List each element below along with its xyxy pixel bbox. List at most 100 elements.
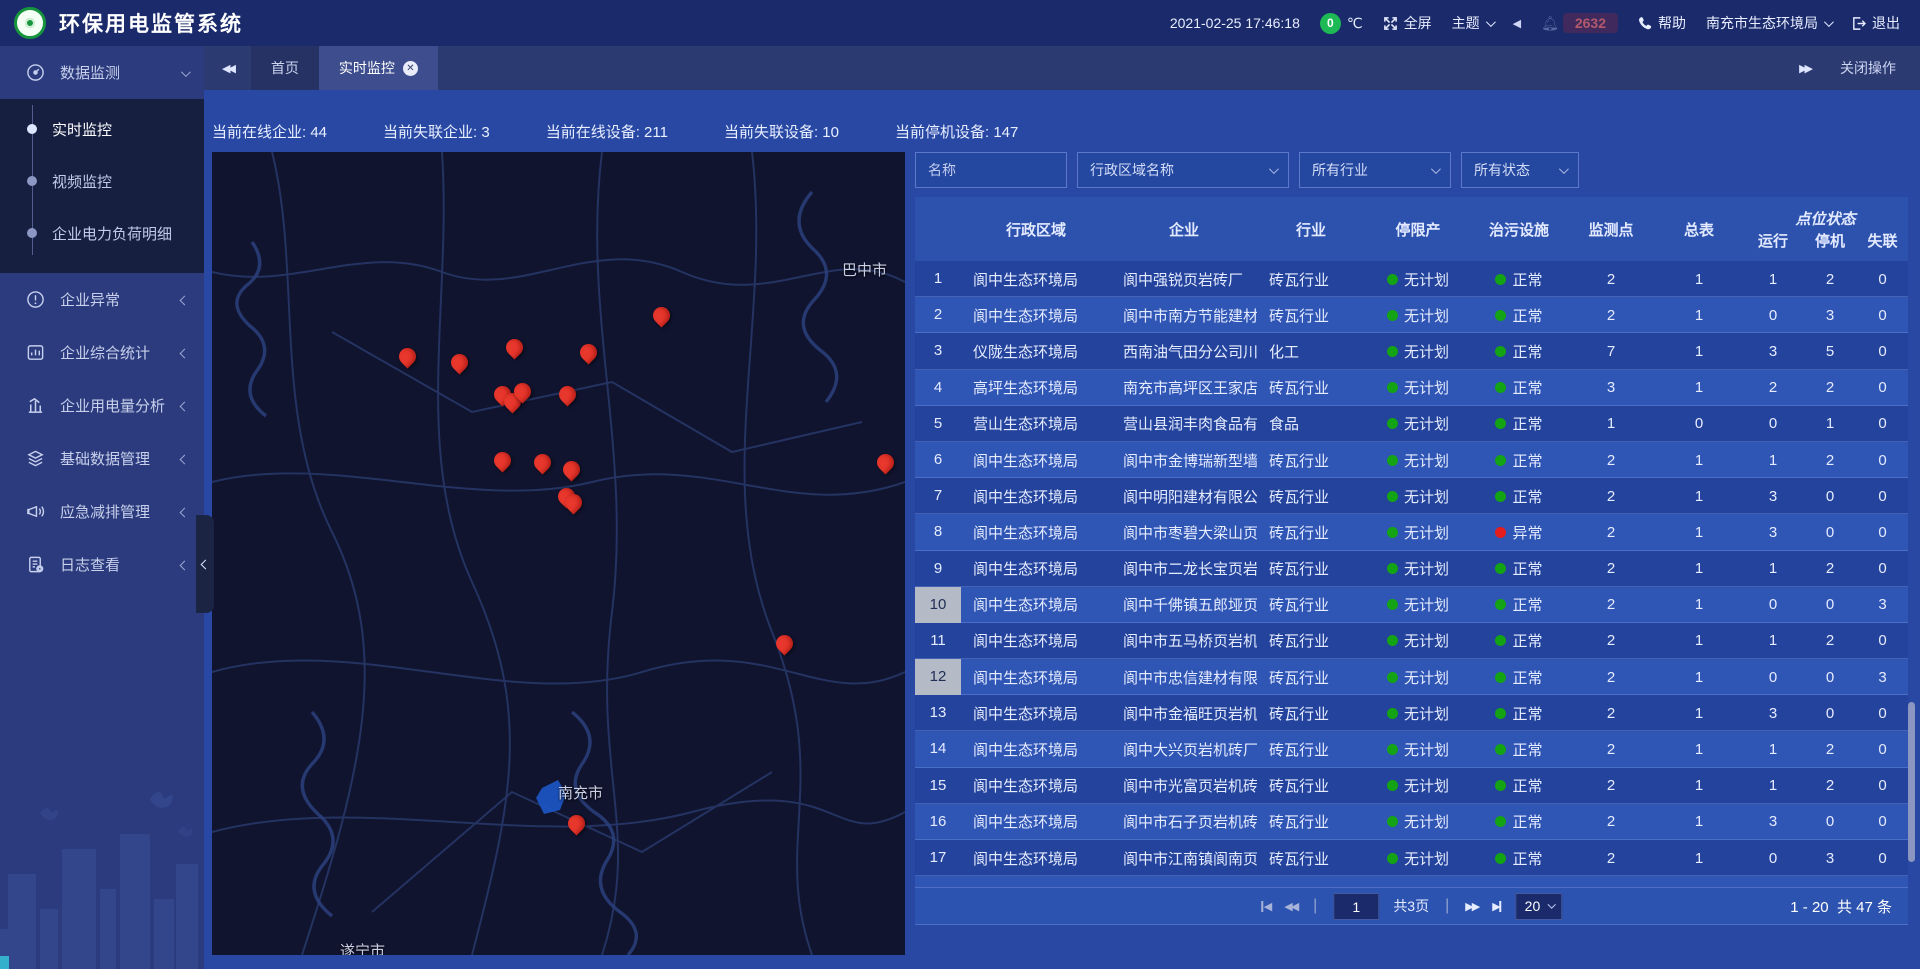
help-button[interactable]: 帮助 (1638, 13, 1686, 33)
theme-menu[interactable]: 主题 (1452, 13, 1493, 33)
cell-points: 2 (1567, 307, 1655, 324)
notifications[interactable]: 🔔︎ 2632 (1541, 13, 1618, 33)
status-dot-icon (1495, 563, 1506, 574)
cell-stop: 3 (1803, 307, 1857, 324)
cell-limit-status: 无计划 (1365, 703, 1471, 724)
table-row[interactable]: 17阆中生态环境局阆中市江南镇阆南页岩砖瓦行业无计划正常21030 (915, 840, 1908, 876)
table-row[interactable]: 10阆中生态环境局阆中千佛镇五郎垭页岩砖瓦行业无计划正常21003 (915, 587, 1908, 623)
table-row[interactable]: 2阆中生态环境局阆中市南方节能建材有砖瓦行业无计划正常21030 (915, 297, 1908, 333)
status-dot-icon (1387, 672, 1398, 683)
sidebar-item-5[interactable]: 应急减排管理 (0, 485, 204, 538)
sidebar-item-0[interactable]: 数据监测 (0, 46, 204, 99)
total-pages: 共3页 (1393, 896, 1429, 916)
cell-points: 2 (1567, 705, 1655, 722)
table-row[interactable]: 11阆中生态环境局阆中市五马桥页岩机砖砖瓦行业无计划正常21120 (915, 623, 1908, 659)
prev-page-button[interactable]: ◀◀ (1284, 900, 1297, 913)
col-header[interactable]: 监测点 (1567, 219, 1655, 240)
last-page-button[interactable]: ▶ (1492, 900, 1501, 913)
table-row[interactable]: 16阆中生态环境局阆中市石子页岩机砖厂砖瓦行业无计划正常21300 (915, 804, 1908, 840)
fullscreen-button[interactable]: 全屏 (1383, 13, 1432, 33)
status-dot-icon (1387, 310, 1398, 321)
stat-item: 当前停机设备: 147 (895, 121, 1018, 142)
row-index: 8 (915, 514, 961, 550)
chevron-left-icon (181, 556, 188, 573)
status-dot-icon (1387, 744, 1398, 755)
name-search-input[interactable] (915, 152, 1067, 188)
logout-button[interactable]: 退出 (1851, 13, 1900, 33)
tabs-scroll-right-icon[interactable]: ▶▶ (1799, 62, 1810, 75)
sidebar-subitem-视频监控[interactable]: 视频监控 (0, 155, 204, 207)
cell-industry: 砖瓦行业 (1257, 667, 1365, 688)
sidebar-item-3[interactable]: 企业用电量分析 (0, 379, 204, 432)
cell-points: 2 (1567, 452, 1655, 469)
cell-company: 阆中市江南镇阆南页岩 (1111, 848, 1257, 869)
org-menu[interactable]: 南充市生态环境局 (1706, 13, 1831, 33)
page-input[interactable]: 1 (1333, 893, 1379, 920)
cell-facility-status: 正常 (1471, 413, 1567, 434)
cell-run: 3 (1743, 813, 1803, 830)
mute-speaker-icon[interactable]: ◀ (1513, 17, 1521, 30)
sidebar-item-4[interactable]: 基础数据管理 (0, 432, 204, 485)
tabs-scroll-left-icon[interactable]: ◀◀ (204, 62, 251, 75)
cell-limit-status: 无计划 (1365, 775, 1471, 796)
col-header[interactable]: 企业 (1111, 219, 1257, 240)
cell-stop: 0 (1803, 705, 1857, 722)
page-size-select[interactable]: 20 (1516, 893, 1563, 920)
col-header[interactable]: 治污设施 (1471, 219, 1567, 240)
cell-region: 阆中生态环境局 (961, 594, 1111, 615)
next-page-button[interactable]: ▶▶ (1465, 900, 1478, 913)
cell-meters: 1 (1655, 596, 1743, 613)
sidebar-subitem-实时监控[interactable]: 实时监控 (0, 103, 204, 155)
col-subheader[interactable]: 运行 (1743, 230, 1803, 261)
cell-facility-status: 正常 (1471, 450, 1567, 471)
cell-facility-status: 正常 (1471, 305, 1567, 326)
col-subheader[interactable]: 停机 (1803, 230, 1857, 261)
first-page-button[interactable]: ◀ (1261, 900, 1270, 913)
table-row[interactable]: 7阆中生态环境局阆中明阳建材有限公司砖瓦行业无计划正常21300 (915, 478, 1908, 514)
table-row[interactable]: 13阆中生态环境局阆中市金福旺页岩机砖砖瓦行业无计划正常21300 (915, 695, 1908, 731)
row-index: 5 (915, 406, 961, 442)
table-row[interactable]: 4高坪生态环境局南充市高坪区王家店建砖瓦行业无计划正常31220 (915, 370, 1908, 406)
table-row[interactable]: 15阆中生态环境局阆中市光富页岩机砖厂砖瓦行业无计划正常21120 (915, 768, 1908, 804)
table-row[interactable]: 1阆中生态环境局阆中强锐页岩砖厂砖瓦行业无计划正常21120 (915, 261, 1908, 297)
sidebar-item-2[interactable]: 企业综合统计 (0, 326, 204, 379)
status-dot-icon (1495, 491, 1506, 502)
col-header[interactable]: 行业 (1257, 219, 1365, 240)
close-actions-menu[interactable]: 关闭操作 (1840, 58, 1896, 78)
region-select[interactable]: 行政区域名称 (1077, 152, 1289, 188)
tab-close-icon[interactable]: ✕ (403, 61, 418, 76)
col-header[interactable]: 停限产 (1365, 219, 1471, 240)
table-body: 1阆中生态环境局阆中强锐页岩砖厂砖瓦行业无计划正常211202阆中生态环境局阆中… (915, 261, 1908, 893)
cell-points: 3 (1567, 379, 1655, 396)
tab-realtime-monitor[interactable]: 实时监控 ✕ (319, 46, 438, 90)
table-row[interactable]: 6阆中生态环境局阆中市金博瑞新型墙材砖瓦行业无计划正常21120 (915, 442, 1908, 478)
skyline-decoration (0, 779, 204, 969)
table-row[interactable]: 3仪陇生态环境局西南油气田分公司川中化工无计划正常71350 (915, 333, 1908, 369)
col-header[interactable]: 行政区域 (961, 219, 1111, 240)
data-panel: 行政区域名称 所有行业 所有状态 行政区域企业行业停限产治污设施监测点总表点位状… (915, 152, 1908, 955)
table-row[interactable]: 14阆中生态环境局阆中大兴页岩机砖厂砖瓦行业无计划正常21120 (915, 731, 1908, 767)
tab-home[interactable]: 首页 (251, 46, 319, 90)
cell-stop: 0 (1803, 596, 1857, 613)
map[interactable]: 巴中市南充市遂宁市 (212, 152, 905, 955)
chevron-down-icon (1269, 164, 1279, 174)
table-row[interactable]: 5营山生态环境局营山县润丰肉食品有限食品无计划正常10010 (915, 406, 1908, 442)
table-row[interactable]: 12阆中生态环境局阆中市忠信建材有限公砖瓦行业无计划正常21003 (915, 659, 1908, 695)
chevron-left-icon (200, 559, 210, 569)
sidebar-subitem-企业电力负荷明细[interactable]: 企业电力负荷明细 (0, 207, 204, 259)
sidebar-item-6[interactable]: 日志查看 (0, 538, 204, 591)
table-row[interactable]: 8阆中生态环境局阆中市枣碧大梁山页岩砖瓦行业无计划异常21300 (915, 514, 1908, 550)
industry-select[interactable]: 所有行业 (1299, 152, 1451, 188)
status-dot-icon (1495, 744, 1506, 755)
cell-limit-status: 无计划 (1365, 377, 1471, 398)
status-dot-icon (1495, 708, 1506, 719)
status-dot-icon (1495, 816, 1506, 827)
status-select[interactable]: 所有状态 (1461, 152, 1579, 188)
panel-collapse-handle[interactable] (196, 515, 214, 613)
scrollbar-thumb[interactable] (1908, 702, 1915, 862)
table-row[interactable]: 9阆中生态环境局阆中市二龙长宝页岩砖砖瓦行业无计划正常21120 (915, 551, 1908, 587)
col-subheader[interactable]: 失联 (1857, 230, 1908, 261)
chevron-down-icon (1559, 164, 1569, 174)
col-header[interactable]: 总表 (1655, 219, 1743, 240)
sidebar-item-1[interactable]: 企业异常 (0, 273, 204, 326)
